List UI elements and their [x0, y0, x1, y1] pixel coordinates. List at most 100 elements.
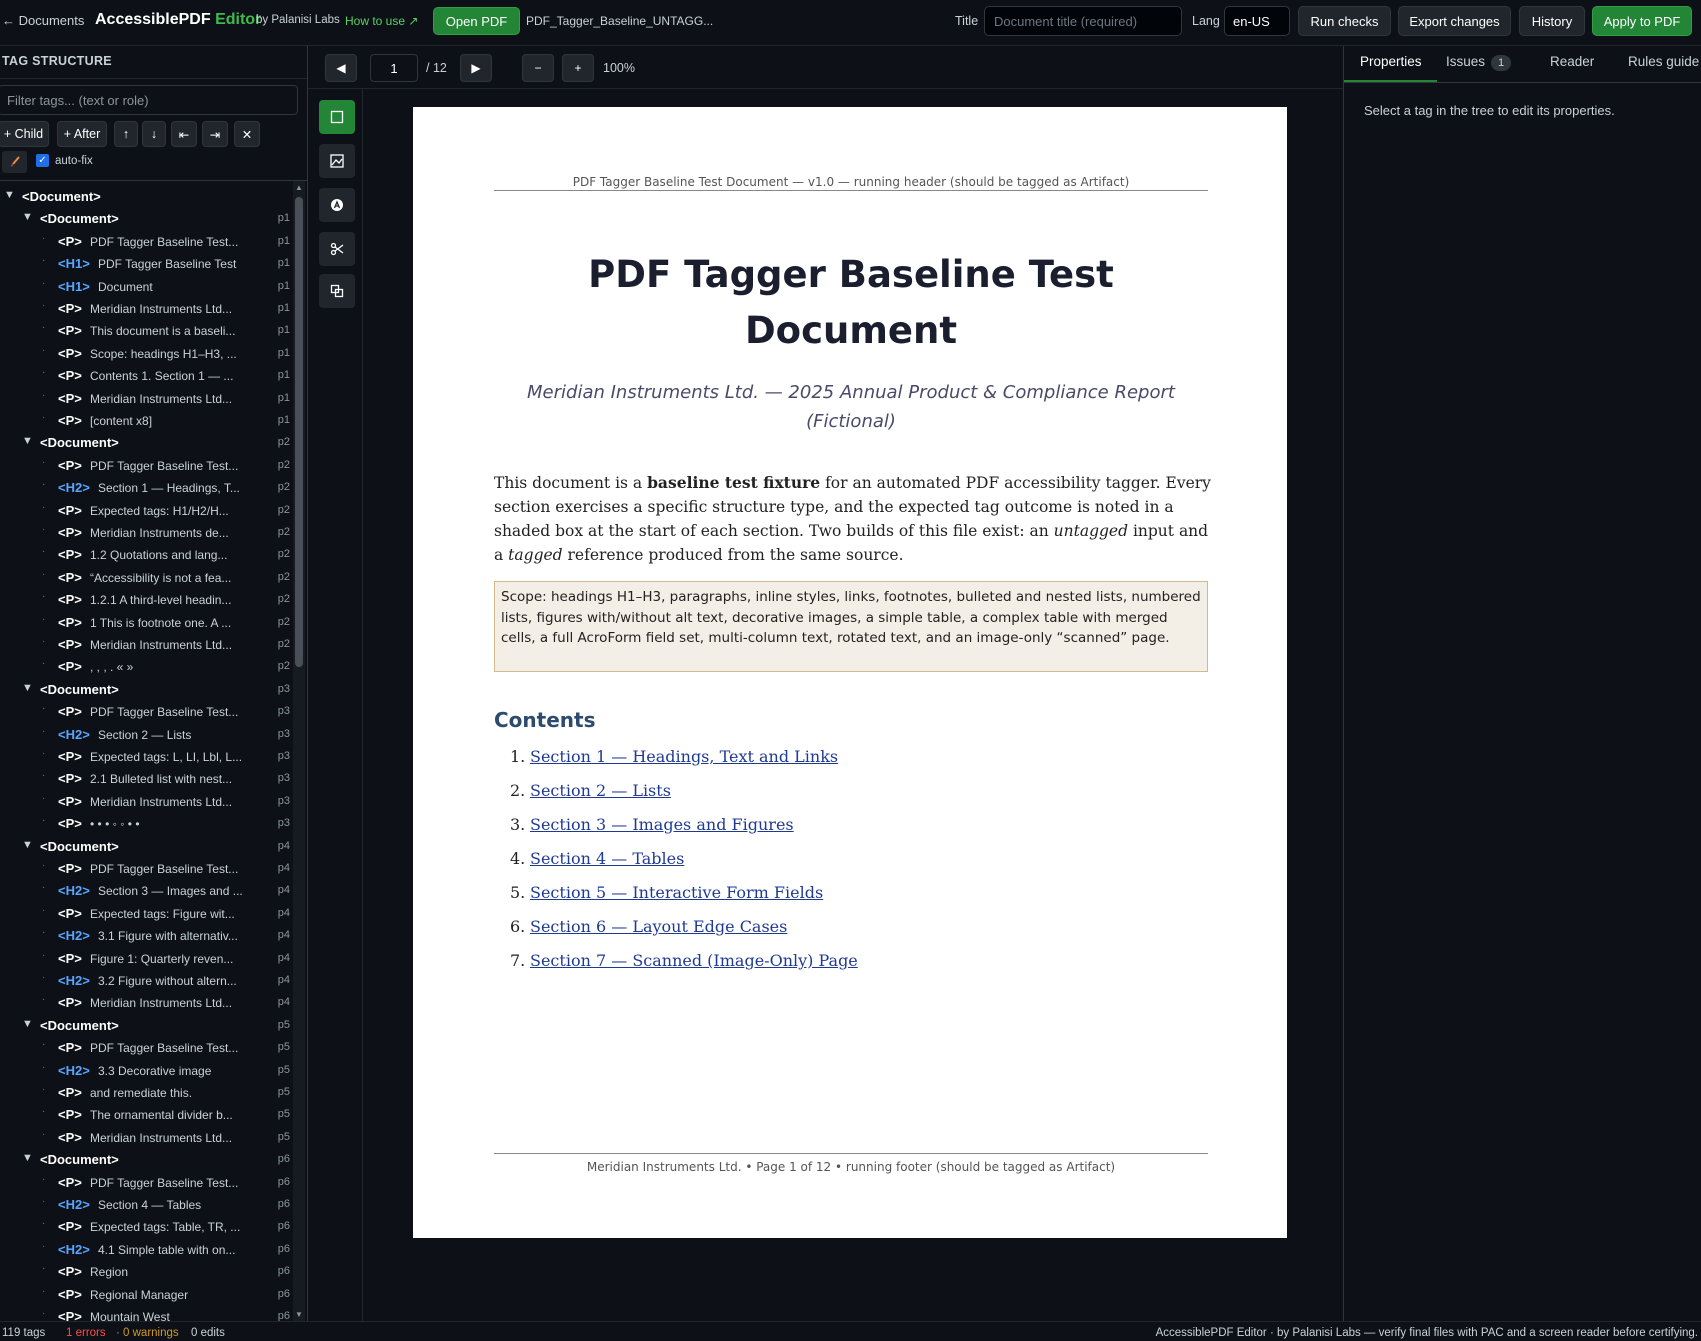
tree-node[interactable]: · <P> Regional Manager p6	[0, 1284, 292, 1306]
tree-node[interactable]: · <P> This document is a baseli... p1	[0, 320, 292, 342]
tree-node[interactable]: · <P> Region p6	[0, 1261, 292, 1283]
tree-node[interactable]: · <P> Expected tags: L, LI, Lbl, L... p3	[0, 746, 292, 768]
tree-node[interactable]: · <H2> Section 4 — Tables p6	[0, 1194, 292, 1216]
tree-node[interactable]: ▼ <Document> p5	[0, 1015, 292, 1037]
toc-link[interactable]: Section 5 — Interactive Form Fields	[530, 883, 823, 902]
auto-fix-toggle[interactable]: ✓ auto-fix	[36, 154, 93, 167]
zoom-in-button[interactable]: +	[562, 54, 594, 82]
tree-node[interactable]: · <H2> 3.1 Figure with alternativ... p4	[0, 925, 292, 947]
alt-text-tool[interactable]	[319, 188, 355, 222]
tab-properties[interactable]: Properties	[1360, 54, 1422, 69]
expand-toggle-icon[interactable]: ▼	[22, 839, 33, 851]
document-title-input[interactable]	[984, 6, 1182, 36]
tree-node[interactable]: · <P> • • • ◦ ◦ • • p3	[0, 813, 292, 835]
tab-rules-guide[interactable]: Rules guide	[1628, 54, 1699, 69]
tree-node[interactable]: · <P> The ornamental divider b... p5	[0, 1104, 292, 1126]
move-down-button[interactable]: ↓	[142, 121, 166, 147]
tree-node[interactable]: · <P> PDF Tagger Baseline Test... p6	[0, 1172, 292, 1194]
tree-node[interactable]: ▼ <Document> p1	[0, 208, 292, 230]
error-count[interactable]: 1 errors	[66, 1327, 106, 1339]
tree-scrollbar[interactable]: ▲ ▼	[293, 181, 305, 1321]
filter-tags-input[interactable]	[0, 85, 298, 115]
tree-node[interactable]: · <P> Figure 1: Quarterly reven... p4	[0, 948, 292, 970]
tab-issues[interactable]: Issues 1	[1446, 54, 1512, 71]
tree-node[interactable]: · <H2> 4.1 Simple table with on... p6	[0, 1239, 292, 1261]
tree-node[interactable]: · <P> PDF Tagger Baseline Test... p4	[0, 858, 292, 880]
pdf-page[interactable]: PDF Tagger Baseline Test Document — v1.0…	[413, 107, 1287, 1238]
scroll-up-arrow-icon[interactable]: ▲	[293, 183, 305, 192]
lang-input[interactable]	[1224, 6, 1290, 36]
tree-node[interactable]: · <P> Expected tags: H1/H2/H... p2	[0, 500, 292, 522]
tree-node[interactable]: · <H2> Section 1 — Headings, T... p2	[0, 477, 292, 499]
tree-node[interactable]: · <P> Contents 1. Section 1 — ... p1	[0, 365, 292, 387]
zoom-out-button[interactable]: −	[522, 54, 554, 82]
tree-node[interactable]: · <P> 2.1 Bulleted list with nest... p3	[0, 768, 292, 790]
tree-node[interactable]: · <P> PDF Tagger Baseline Test... p1	[0, 231, 292, 253]
tree-node[interactable]: · <P> Scope: headings H1–H3, ... p1	[0, 343, 292, 365]
tree-node[interactable]: · <P> Meridian Instruments Ltd... p5	[0, 1127, 292, 1149]
scroll-thumb[interactable]	[295, 197, 303, 667]
tree-node[interactable]: ▼ <Document>	[0, 186, 292, 208]
toc-link[interactable]: Section 7 — Scanned (Image-Only) Page	[530, 951, 858, 970]
toc-link[interactable]: Section 3 — Images and Figures	[530, 815, 794, 834]
tree-node[interactable]: · <P> “Accessibility is not a fea... p2	[0, 567, 292, 589]
prev-page-button[interactable]: ◀	[325, 54, 357, 82]
scroll-down-arrow-icon[interactable]: ▼	[293, 1310, 305, 1319]
add-child-button[interactable]: + Child	[0, 121, 49, 147]
tree-node[interactable]: · <H2> Section 3 — Images and ... p4	[0, 880, 292, 902]
tree-node[interactable]: · <P> Meridian Instruments de... p2	[0, 522, 292, 544]
back-to-documents-link[interactable]: ← Documents	[2, 13, 84, 28]
toc-link[interactable]: Section 4 — Tables	[530, 849, 684, 868]
tree-node[interactable]: · <H2> 3.3 Decorative image p5	[0, 1060, 292, 1082]
outdent-button[interactable]: ⇤	[171, 121, 197, 147]
tree-node[interactable]: · <H1> Document p1	[0, 276, 292, 298]
expand-toggle-icon[interactable]: ▼	[22, 1018, 33, 1030]
tree-node[interactable]: ▼ <Document> p3	[0, 679, 292, 701]
tree-node[interactable]: · <P> , , , . « » p2	[0, 656, 292, 678]
export-changes-button[interactable]: Export changes	[1398, 6, 1511, 36]
tree-node[interactable]: ▼ <Document> p4	[0, 836, 292, 858]
add-after-button[interactable]: + After	[57, 121, 107, 147]
expand-toggle-icon[interactable]: ▼	[22, 435, 33, 447]
toc-link[interactable]: Section 2 — Lists	[530, 781, 671, 800]
next-page-button[interactable]: ▶	[460, 54, 492, 82]
tree-node[interactable]: · <P> 1.2.1 A third-level headin... p2	[0, 589, 292, 611]
toc-link[interactable]: Section 6 — Layout Edge Cases	[530, 917, 787, 936]
expand-toggle-icon[interactable]: ▼	[22, 682, 33, 694]
expand-toggle-icon[interactable]: ▼	[22, 1152, 33, 1164]
tree-node[interactable]: · <P> Expected tags: Figure wit... p4	[0, 903, 292, 925]
warning-count[interactable]: · 0 warnings	[116, 1327, 179, 1339]
fix-brush-button[interactable]	[2, 151, 27, 173]
merge-tool[interactable]	[319, 274, 355, 308]
run-checks-button[interactable]: Run checks	[1298, 6, 1391, 36]
tree-node[interactable]: · <P> PDF Tagger Baseline Test... p3	[0, 701, 292, 723]
tree-node[interactable]: · <P> Meridian Instruments Ltd... p2	[0, 634, 292, 656]
page-number-input[interactable]	[370, 54, 418, 82]
tree-node[interactable]: · <P> PDF Tagger Baseline Test... p5	[0, 1037, 292, 1059]
tab-reader[interactable]: Reader	[1550, 54, 1594, 69]
tree-node[interactable]: · <P> Mountain West p6	[0, 1306, 292, 1321]
tree-node[interactable]: · <P> and remediate this. p5	[0, 1082, 292, 1104]
select-region-tool[interactable]	[319, 100, 355, 134]
expand-toggle-icon[interactable]: ▼	[4, 189, 15, 201]
split-tool[interactable]	[319, 232, 355, 266]
apply-to-pdf-button[interactable]: Apply to PDF	[1592, 6, 1692, 36]
tree-node[interactable]: ▼ <Document> p2	[0, 432, 292, 454]
indent-button[interactable]: ⇥	[202, 121, 228, 147]
toc-link[interactable]: Section 1 — Headings, Text and Links	[530, 747, 838, 766]
tree-node[interactable]: · <P> Meridian Instruments Ltd... p1	[0, 298, 292, 320]
delete-tag-button[interactable]: ✕	[234, 121, 260, 147]
tree-node[interactable]: · <P> 1.2 Quotations and lang... p2	[0, 544, 292, 566]
tree-node[interactable]: · <P> Expected tags: Table, TR, ... p6	[0, 1216, 292, 1238]
tree-node[interactable]: · <P> Meridian Instruments Ltd... p4	[0, 992, 292, 1014]
how-to-use-link[interactable]: How to use ↗	[345, 14, 418, 28]
open-pdf-button[interactable]: Open PDF	[433, 7, 520, 35]
move-up-button[interactable]: ↑	[114, 121, 138, 147]
auto-fix-checkbox[interactable]: ✓	[36, 154, 49, 167]
tree-node[interactable]: · <P> [content x8] p1	[0, 410, 292, 432]
history-button[interactable]: History	[1519, 6, 1585, 36]
tree-node[interactable]: · <P> Meridian Instruments Ltd... p1	[0, 388, 292, 410]
tree-node[interactable]: · <P> Meridian Instruments Ltd... p3	[0, 791, 292, 813]
tree-node[interactable]: · <P> PDF Tagger Baseline Test... p2	[0, 455, 292, 477]
tree-node[interactable]: · <H1> PDF Tagger Baseline Test p1	[0, 253, 292, 275]
